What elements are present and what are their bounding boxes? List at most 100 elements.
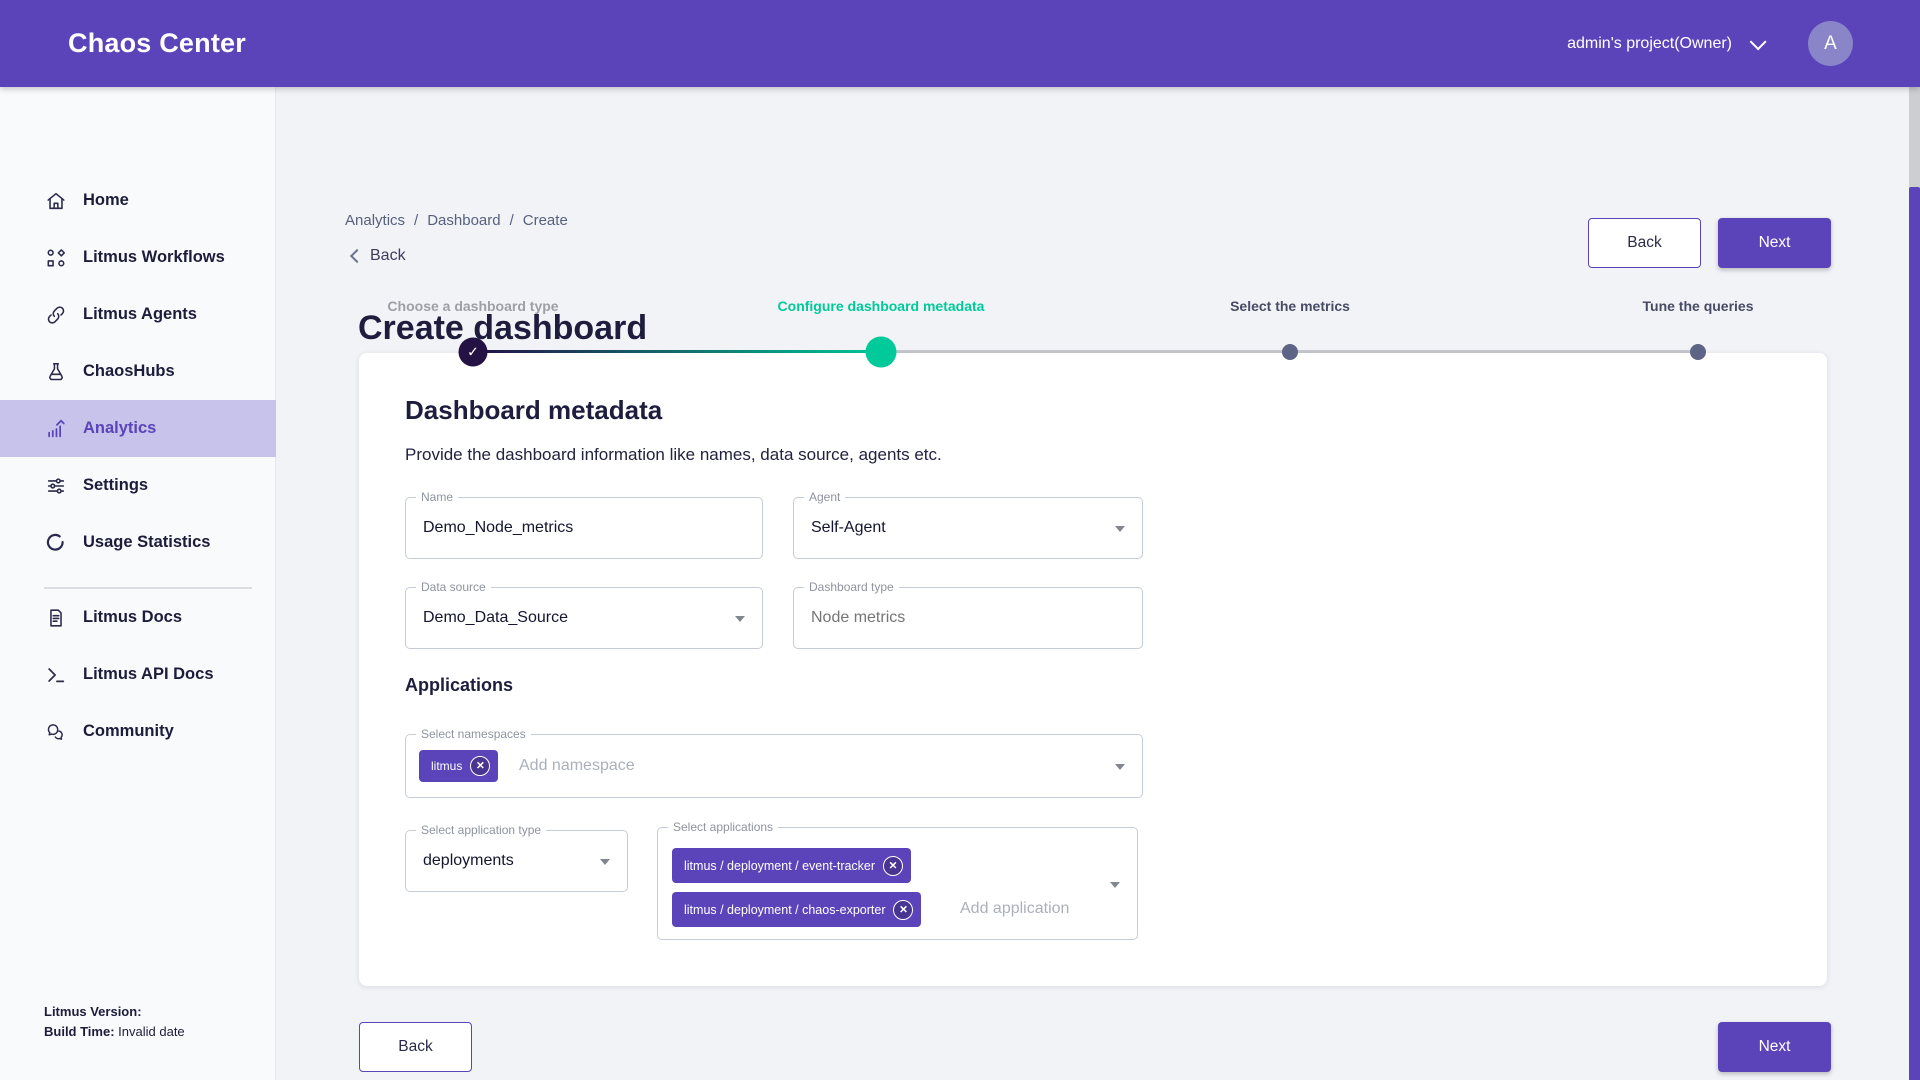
select-applications-field[interactable]: Select applications litmus / deployment …	[657, 827, 1138, 940]
build-time-label: Build Time:	[44, 1024, 115, 1039]
sidebar-item-settings[interactable]: Settings	[0, 457, 276, 514]
chevron-left-icon	[350, 249, 364, 263]
add-namespace-placeholder: Add namespace	[519, 757, 635, 775]
breadcrumb-analytics[interactable]: Analytics	[345, 212, 405, 229]
sidebar-item-usage-statistics[interactable]: Usage Statistics	[0, 514, 276, 571]
main-content: Analytics / Dashboard / Create Back Crea…	[276, 87, 1908, 1080]
select-application-type-field[interactable]: Select application type deployments	[405, 830, 628, 892]
breadcrumb-create[interactable]: Create	[523, 212, 568, 229]
select-namespaces-field[interactable]: Select namespaces litmus ✕ Add namespace	[405, 734, 1143, 798]
application-chip: litmus / deployment / chaos-exporter ✕	[672, 892, 921, 927]
back-link[interactable]: Back	[352, 247, 406, 265]
sidebar-item-label: Litmus API Docs	[83, 665, 214, 684]
sidebar-item-label: Litmus Docs	[83, 608, 182, 627]
step-dot-current[interactable]	[866, 337, 897, 368]
sidebar-item-community[interactable]: Community	[0, 703, 276, 760]
usage-statistics-icon	[44, 531, 68, 555]
dashboard-metadata-card: Dashboard metadata Provide the dashboard…	[359, 353, 1827, 986]
sidebar-item-chaoshubs[interactable]: ChaosHubs	[0, 343, 276, 400]
sidebar-item-analytics[interactable]: Analytics	[0, 400, 276, 457]
scrollbar-thumb[interactable]	[1909, 187, 1920, 1080]
sidebar-main-nav: Home Litmus Workflows Litmus Agents Chao…	[0, 172, 276, 571]
agents-icon	[44, 303, 68, 327]
check-icon: ✓	[467, 344, 479, 361]
breadcrumb: Analytics / Dashboard / Create	[345, 212, 568, 229]
step-dot-done[interactable]: ✓	[459, 338, 488, 367]
page-title: Create dashboard	[358, 309, 647, 348]
namespace-chip: litmus ✕	[419, 750, 498, 782]
header-right-group: admin's project(Owner) A	[1567, 0, 1853, 87]
litmus-version-label: Litmus Version:	[44, 1004, 142, 1019]
project-selector[interactable]: admin's project(Owner)	[1567, 35, 1732, 53]
step-dot-todo-queries[interactable]	[1690, 344, 1706, 360]
select-applications-label: Select applications	[668, 820, 778, 834]
next-button-top[interactable]: Next	[1718, 218, 1831, 268]
top-header: Chaos Center admin's project(Owner) A	[0, 0, 1920, 87]
name-input[interactable]	[423, 498, 726, 558]
sidebar-external-links: Litmus Docs Litmus API Docs Community	[0, 589, 276, 760]
step-label-configure-dashboard-metadata: Configure dashboard metadata	[778, 298, 985, 314]
remove-application-icon[interactable]: ✕	[893, 900, 913, 920]
agent-field-label: Agent	[804, 490, 845, 504]
namespace-chip-label: litmus	[431, 759, 462, 773]
workflows-icon	[44, 246, 68, 270]
sidebar-item-home[interactable]: Home	[0, 172, 276, 229]
dropdown-caret-icon[interactable]	[735, 616, 745, 622]
dropdown-caret-icon[interactable]	[1115, 526, 1125, 532]
community-icon	[44, 720, 68, 744]
build-time-value: Invalid date	[118, 1024, 185, 1039]
settings-icon	[44, 474, 68, 498]
back-button-bottom[interactable]: Back	[359, 1022, 472, 1072]
dropdown-caret-icon[interactable]	[1110, 882, 1120, 888]
chevron-down-icon[interactable]	[1750, 33, 1767, 50]
breadcrumb-dashboard[interactable]: Dashboard	[427, 212, 500, 229]
sidebar-item-label: ChaosHubs	[83, 362, 175, 381]
card-subheading: Provide the dashboard information like n…	[405, 445, 942, 465]
remove-application-icon[interactable]: ✕	[883, 856, 903, 876]
select-namespaces-label: Select namespaces	[416, 727, 531, 741]
sidebar: Home Litmus Workflows Litmus Agents Chao…	[0, 87, 276, 1080]
api-docs-icon	[44, 663, 68, 687]
chaoshubs-icon	[44, 360, 68, 384]
sidebar-item-litmus-workflows[interactable]: Litmus Workflows	[0, 229, 276, 286]
sidebar-item-label: Settings	[83, 476, 148, 495]
agent-select[interactable]: Agent Self-Agent	[793, 497, 1143, 559]
add-application-placeholder: Add application	[960, 900, 1069, 918]
dashboard-type-field[interactable]: Dashboard type	[793, 587, 1143, 649]
sidebar-item-label: Community	[83, 722, 174, 741]
data-source-selected-value: Demo_Data_Source	[423, 609, 568, 627]
back-button-top[interactable]: Back	[1588, 218, 1701, 268]
docs-icon	[44, 606, 68, 630]
sidebar-item-label: Analytics	[83, 419, 156, 438]
application-chip-label: litmus / deployment / chaos-exporter	[684, 903, 885, 917]
step-label-choose-dashboard-type: Choose a dashboard type	[387, 298, 558, 314]
back-link-label: Back	[370, 247, 406, 265]
chaos-center-app: Chaos Center admin's project(Owner) A Ho…	[0, 0, 1920, 1080]
version-info: Litmus Version: Build Time: Invalid date	[44, 1002, 185, 1042]
sidebar-item-label: Litmus Workflows	[83, 248, 225, 267]
dropdown-caret-icon[interactable]	[600, 859, 610, 865]
name-field[interactable]: Name	[405, 497, 763, 559]
sidebar-item-litmus-docs[interactable]: Litmus Docs	[0, 589, 276, 646]
sidebar-item-litmus-agents[interactable]: Litmus Agents	[0, 286, 276, 343]
analytics-icon	[44, 417, 68, 441]
sidebar-item-label: Usage Statistics	[83, 533, 210, 552]
step-label-select-the-metrics: Select the metrics	[1230, 298, 1350, 314]
dropdown-caret-icon[interactable]	[1115, 764, 1125, 770]
sidebar-item-label: Home	[83, 191, 129, 210]
dashboard-type-input[interactable]	[811, 588, 1107, 648]
card-heading: Dashboard metadata	[405, 395, 662, 426]
applications-heading: Applications	[405, 675, 513, 696]
next-button-bottom[interactable]: Next	[1718, 1022, 1831, 1072]
avatar[interactable]: A	[1808, 21, 1853, 66]
data-source-select[interactable]: Data source Demo_Data_Source	[405, 587, 763, 649]
breadcrumb-separator: /	[414, 212, 418, 229]
step-label-tune-the-queries: Tune the queries	[1643, 298, 1754, 314]
scrollbar-track[interactable]	[1909, 87, 1920, 1080]
step-dot-todo-metrics[interactable]	[1282, 344, 1298, 360]
remove-namespace-icon[interactable]: ✕	[470, 756, 490, 776]
data-source-field-label: Data source	[416, 580, 491, 594]
brand-title: Chaos Center	[68, 0, 246, 87]
sidebar-item-litmus-api-docs[interactable]: Litmus API Docs	[0, 646, 276, 703]
application-chip-label: litmus / deployment / event-tracker	[684, 859, 875, 873]
